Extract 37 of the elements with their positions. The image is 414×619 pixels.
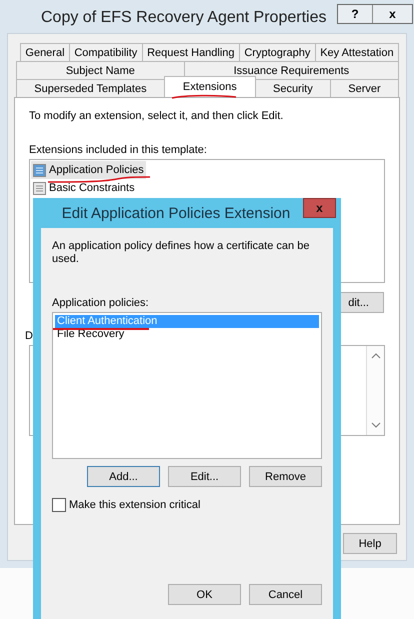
window-title: Copy of EFS Recovery Agent Properties xyxy=(41,8,326,26)
dialog-button[interactable]: Cancel xyxy=(249,584,322,605)
description-label: D xyxy=(25,330,33,342)
dialog-button[interactable]: Remove xyxy=(249,466,322,487)
list-label: Extensions included in this template: xyxy=(29,144,208,156)
help-button[interactable]: Help xyxy=(343,533,397,554)
scrollbar[interactable] xyxy=(366,346,384,435)
underline-mark xyxy=(171,94,237,100)
scroll-down-icon[interactable] xyxy=(370,421,380,429)
close-button[interactable]: x xyxy=(372,5,412,23)
document-icon xyxy=(33,164,46,176)
checkbox[interactable] xyxy=(52,498,66,512)
instruction-text: To modify an extension, select it, and then click Edit. xyxy=(29,110,284,122)
extension-item[interactable]: Basic Constraints xyxy=(31,179,137,197)
dialog-button[interactable]: OK xyxy=(168,584,241,605)
tab[interactable]: Request Handling xyxy=(142,43,240,61)
tab[interactable]: Security xyxy=(254,79,332,97)
close-button[interactable]: x xyxy=(303,198,336,218)
dialog-button[interactable]: Edit... xyxy=(168,466,241,487)
help-button[interactable]: ? xyxy=(338,5,372,23)
checkbox-label: Make this extension critical xyxy=(69,499,200,511)
scroll-up-icon[interactable] xyxy=(370,352,380,360)
tab[interactable]: Cryptography xyxy=(238,43,316,61)
tab[interactable]: Extensions xyxy=(164,76,256,97)
dialog-title: Edit Application Policies Extension xyxy=(62,204,290,222)
dialog-button[interactable]: Add... xyxy=(87,466,160,487)
document-icon xyxy=(33,182,46,194)
tab[interactable]: Issuance Requirements xyxy=(184,61,399,79)
tab[interactable]: General xyxy=(20,43,70,61)
tab[interactable]: Subject Name xyxy=(16,61,185,79)
description-text: An application policy defines how a certificate can be used. xyxy=(52,240,310,266)
tab[interactable]: Compatibility xyxy=(68,43,143,61)
tab[interactable]: Server xyxy=(330,79,399,97)
extension-item[interactable]: Application Policies xyxy=(31,161,146,179)
list-label: Application policies: xyxy=(52,297,150,309)
tab[interactable]: Superseded Templates xyxy=(16,79,165,97)
tab[interactable]: Key Attestation xyxy=(314,43,399,61)
